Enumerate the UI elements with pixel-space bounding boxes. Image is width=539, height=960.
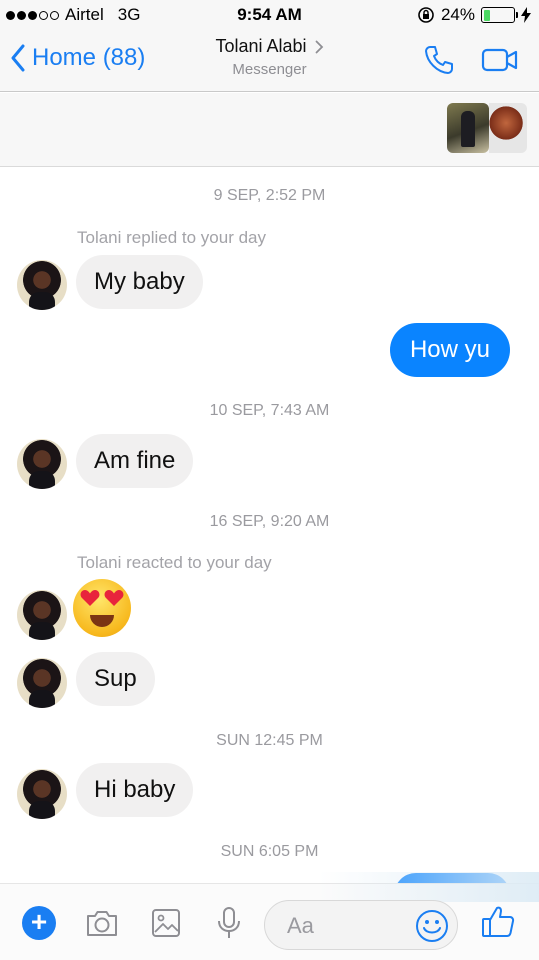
avatar[interactable] [17,658,67,708]
contact-name: Tolani Alabi [215,36,307,56]
rotation-lock-icon [418,7,434,23]
status-bar: Airtel 3G 9:54 AM 24% [0,0,539,30]
thumbs-up-icon[interactable] [480,904,516,940]
conversation-header: Home (88) Tolani Alabi Messenger [0,30,539,92]
incoming-message[interactable]: Sup [76,652,155,706]
timestamp: 16 SEP, 9:20 AM [209,513,330,530]
battery-info: 24% [417,5,531,25]
video-camera-icon[interactable] [481,47,519,73]
story-reaction-note: Tolani reacted to your day [77,553,272,572]
message-composer: + [0,872,539,960]
microphone-icon[interactable] [216,906,242,940]
smiley-icon[interactable] [415,909,449,943]
battery-percent: 24% [440,5,475,24]
story-thumbnails[interactable] [447,103,527,153]
story-reply-note: Tolani replied to your day [77,228,267,247]
camera-icon[interactable] [85,908,119,938]
heart-eyes-emoji-icon[interactable] [73,579,131,637]
chevron-right-icon [315,40,323,53]
message-input-wrapper[interactable] [264,900,458,950]
timestamp: 9 SEP, 2:52 PM [213,187,326,204]
charging-bolt-icon [521,7,531,23]
phone-icon[interactable] [423,44,455,76]
image-icon[interactable] [151,908,181,938]
plus-icon[interactable]: + [22,906,56,940]
story-thumbnail[interactable] [489,103,527,153]
story-thumbnail[interactable] [447,103,489,153]
avatar[interactable] [17,260,67,310]
timestamp: SUN 6:05 PM [220,843,319,860]
avatar[interactable] [17,769,67,819]
battery-icon [481,7,518,23]
outgoing-message[interactable]: How yu [389,323,510,377]
timestamp: 10 SEP, 7:43 AM [209,402,330,419]
avatar[interactable] [17,439,67,489]
incoming-message[interactable]: My baby [76,255,203,309]
timestamp: SUN 12:45 PM [216,732,323,749]
message-input[interactable] [287,913,417,939]
incoming-message[interactable]: Am fine [76,434,194,488]
avatar[interactable] [17,590,67,640]
story-strip [0,93,539,167]
incoming-message[interactable]: Hi baby [76,763,194,817]
